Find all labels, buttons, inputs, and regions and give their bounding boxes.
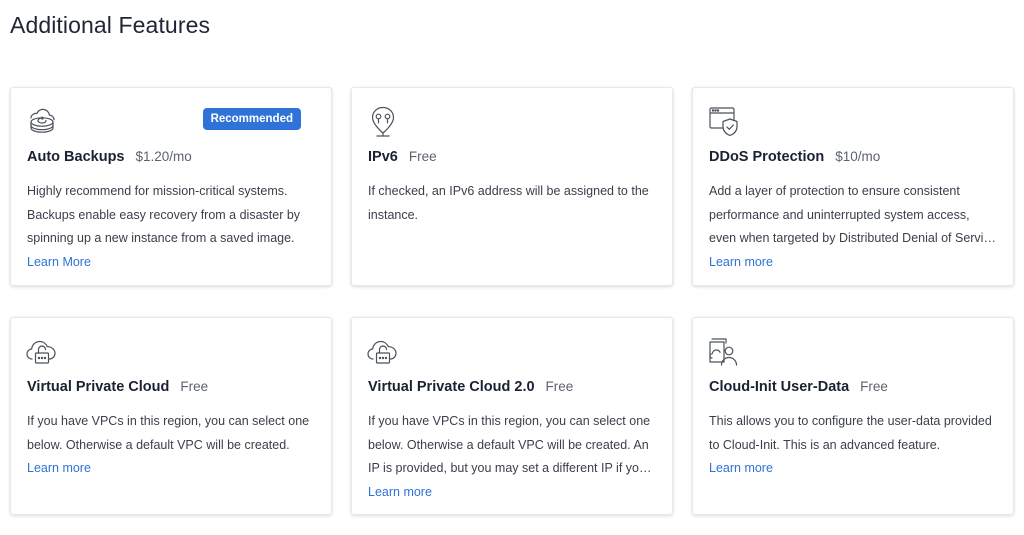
feature-card-cloud-init[interactable]: Cloud-Init User-Data Free This allows yo… bbox=[692, 317, 1014, 515]
card-title-row: Cloud-Init User-Data Free bbox=[709, 379, 888, 395]
card-title-row: IPv6 Free bbox=[368, 149, 437, 165]
card-description-text: This allows you to configure the user-da… bbox=[709, 414, 992, 452]
features-grid: Recommended Auto Backups $1.20/mo Highly… bbox=[10, 87, 1014, 535]
feature-card-vpc-2[interactable]: Virtual Private Cloud 2.0 Free If you ha… bbox=[351, 317, 673, 515]
card-description: Highly recommend for mission-critical sy… bbox=[27, 180, 317, 274]
card-price: Free bbox=[408, 149, 437, 164]
learn-more-link[interactable]: Learn more bbox=[368, 481, 658, 505]
cloud-lock-icon bbox=[25, 334, 59, 368]
feature-card-ipv6[interactable]: IPv6 Free If checked, an IPv6 address wi… bbox=[351, 87, 673, 286]
card-description: This allows you to configure the user-da… bbox=[709, 410, 999, 481]
card-title: Cloud-Init User-Data bbox=[709, 379, 850, 395]
backup-disk-icon bbox=[25, 104, 59, 138]
card-description: Add a layer of protection to ensure cons… bbox=[709, 180, 999, 274]
card-description-text: Add a layer of protection to ensure cons… bbox=[709, 184, 997, 245]
card-description-text: If checked, an IPv6 address will be assi… bbox=[368, 184, 649, 222]
card-price: Free bbox=[860, 379, 888, 394]
ip-location-icon bbox=[366, 104, 400, 138]
card-price: $10/mo bbox=[835, 149, 881, 164]
card-description-text: If you have VPCs in this region, you can… bbox=[368, 414, 651, 475]
card-description: If you have VPCs in this region, you can… bbox=[27, 410, 317, 481]
card-price: Free bbox=[545, 379, 574, 394]
feature-card-ddos-protection[interactable]: DDoS Protection $10/mo Add a layer of pr… bbox=[692, 87, 1014, 286]
learn-more-link[interactable]: Learn more bbox=[27, 457, 317, 481]
feature-card-auto-backups[interactable]: Recommended Auto Backups $1.20/mo Highly… bbox=[10, 87, 332, 286]
card-title: DDoS Protection bbox=[709, 149, 825, 165]
card-title-row: Virtual Private Cloud 2.0 Free bbox=[368, 379, 573, 395]
card-title-row: Auto Backups $1.20/mo bbox=[27, 149, 192, 165]
card-description-text: Highly recommend for mission-critical sy… bbox=[27, 184, 301, 245]
feature-card-vpc[interactable]: Virtual Private Cloud Free If you have V… bbox=[10, 317, 332, 515]
recommended-badge: Recommended bbox=[202, 108, 301, 130]
card-description: If checked, an IPv6 address will be assi… bbox=[368, 180, 658, 227]
learn-more-link[interactable]: Learn more bbox=[709, 251, 999, 275]
card-price: Free bbox=[180, 379, 209, 394]
learn-more-link[interactable]: Learn more bbox=[709, 457, 999, 481]
cloud-user-data-icon bbox=[707, 334, 741, 368]
card-title: Virtual Private Cloud 2.0 bbox=[368, 379, 535, 395]
learn-more-link[interactable]: Learn More bbox=[27, 251, 317, 275]
card-title: Virtual Private Cloud bbox=[27, 379, 170, 395]
page-title: Additional Features bbox=[10, 12, 211, 38]
card-description: If you have VPCs in this region, you can… bbox=[368, 410, 658, 504]
card-title: Auto Backups bbox=[27, 149, 125, 165]
card-title: IPv6 bbox=[368, 149, 398, 165]
card-description-text: If you have VPCs in this region, you can… bbox=[27, 414, 310, 452]
browser-shield-icon bbox=[707, 104, 741, 138]
card-title-row: DDoS Protection $10/mo bbox=[709, 149, 880, 165]
card-title-row: Virtual Private Cloud Free bbox=[27, 379, 208, 395]
cloud-lock-icon bbox=[366, 334, 400, 368]
card-price: $1.20/mo bbox=[135, 149, 192, 164]
